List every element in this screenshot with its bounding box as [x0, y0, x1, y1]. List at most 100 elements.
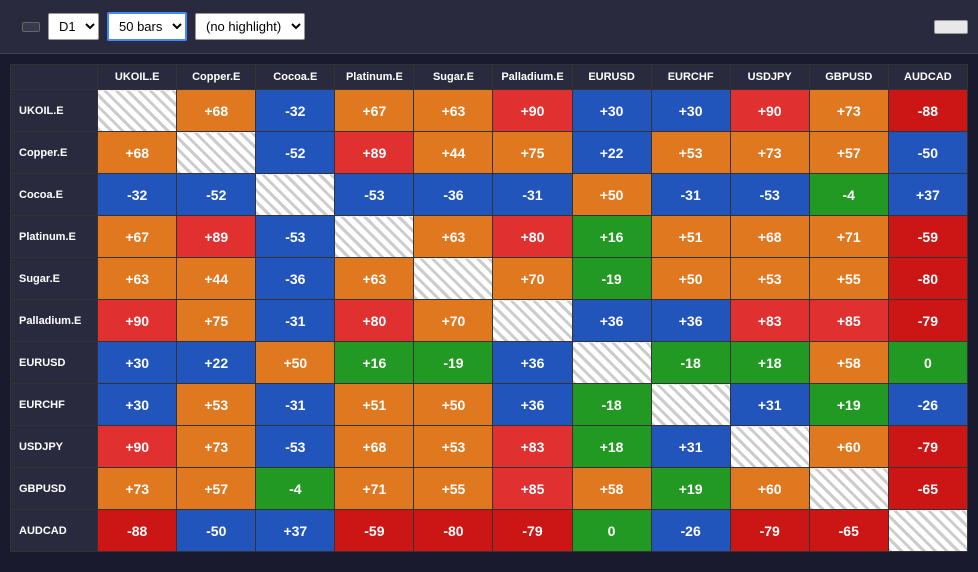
cell-9-4[interactable]: +55 — [414, 468, 493, 510]
cell-8-3[interactable]: +68 — [335, 426, 414, 468]
cell-7-9[interactable]: +19 — [809, 384, 888, 426]
cell-6-4[interactable]: -19 — [414, 342, 493, 384]
highlight-select[interactable]: (no highlight) — [195, 13, 305, 40]
bars-select[interactable]: 50 bars — [107, 12, 187, 41]
cell-9-10[interactable]: -65 — [888, 468, 967, 510]
cell-8-1[interactable]: +73 — [177, 426, 256, 468]
cell-10-10[interactable] — [888, 510, 967, 552]
cell-7-6[interactable]: -18 — [572, 384, 651, 426]
cell-1-2[interactable]: -52 — [256, 132, 335, 174]
cell-10-1[interactable]: -50 — [177, 510, 256, 552]
cell-3-1[interactable]: +89 — [177, 216, 256, 258]
cell-2-5[interactable]: -31 — [493, 174, 572, 216]
timeframe-select[interactable]: D1 — [48, 13, 99, 40]
cell-3-10[interactable]: -59 — [888, 216, 967, 258]
cell-5-6[interactable]: +36 — [572, 300, 651, 342]
cell-6-8[interactable]: +18 — [730, 342, 809, 384]
cell-6-1[interactable]: +22 — [177, 342, 256, 384]
cell-9-7[interactable]: +19 — [651, 468, 730, 510]
cell-7-1[interactable]: +53 — [177, 384, 256, 426]
cell-10-4[interactable]: -80 — [414, 510, 493, 552]
cell-0-10[interactable]: -88 — [888, 90, 967, 132]
cell-10-7[interactable]: -26 — [651, 510, 730, 552]
cell-4-4[interactable] — [414, 258, 493, 300]
cell-8-4[interactable]: +53 — [414, 426, 493, 468]
cell-7-2[interactable]: -31 — [256, 384, 335, 426]
cell-9-3[interactable]: +71 — [335, 468, 414, 510]
cell-2-4[interactable]: -36 — [414, 174, 493, 216]
cell-1-8[interactable]: +73 — [730, 132, 809, 174]
cell-6-3[interactable]: +16 — [335, 342, 414, 384]
cell-5-4[interactable]: +70 — [414, 300, 493, 342]
cell-9-1[interactable]: +57 — [177, 468, 256, 510]
cell-4-2[interactable]: -36 — [256, 258, 335, 300]
cell-5-3[interactable]: +80 — [335, 300, 414, 342]
cell-4-1[interactable]: +44 — [177, 258, 256, 300]
cell-1-10[interactable]: -50 — [888, 132, 967, 174]
cell-0-0[interactable] — [98, 90, 177, 132]
cell-1-4[interactable]: +44 — [414, 132, 493, 174]
cell-2-9[interactable]: -4 — [809, 174, 888, 216]
cell-0-8[interactable]: +90 — [730, 90, 809, 132]
cell-9-2[interactable]: -4 — [256, 468, 335, 510]
cell-8-6[interactable]: +18 — [572, 426, 651, 468]
cell-10-3[interactable]: -59 — [335, 510, 414, 552]
cell-2-3[interactable]: -53 — [335, 174, 414, 216]
cell-10-8[interactable]: -79 — [730, 510, 809, 552]
cell-7-8[interactable]: +31 — [730, 384, 809, 426]
cell-3-2[interactable]: -53 — [256, 216, 335, 258]
cell-6-9[interactable]: +58 — [809, 342, 888, 384]
cell-0-2[interactable]: -32 — [256, 90, 335, 132]
cell-5-7[interactable]: +36 — [651, 300, 730, 342]
cell-5-0[interactable]: +90 — [98, 300, 177, 342]
cell-2-8[interactable]: -53 — [730, 174, 809, 216]
cell-3-3[interactable] — [335, 216, 414, 258]
cell-5-1[interactable]: +75 — [177, 300, 256, 342]
cell-2-10[interactable]: +37 — [888, 174, 967, 216]
cell-4-7[interactable]: +50 — [651, 258, 730, 300]
cell-0-6[interactable]: +30 — [572, 90, 651, 132]
cell-10-5[interactable]: -79 — [493, 510, 572, 552]
cell-6-7[interactable]: -18 — [651, 342, 730, 384]
cell-5-10[interactable]: -79 — [888, 300, 967, 342]
cell-7-5[interactable]: +36 — [493, 384, 572, 426]
cell-0-4[interactable]: +63 — [414, 90, 493, 132]
cell-3-5[interactable]: +80 — [493, 216, 572, 258]
cell-7-7[interactable] — [651, 384, 730, 426]
cell-0-9[interactable]: +73 — [809, 90, 888, 132]
trade-list-button[interactable] — [934, 20, 968, 34]
cell-9-8[interactable]: +60 — [730, 468, 809, 510]
cell-7-3[interactable]: +51 — [335, 384, 414, 426]
cell-8-7[interactable]: +31 — [651, 426, 730, 468]
cell-4-8[interactable]: +53 — [730, 258, 809, 300]
cell-1-3[interactable]: +89 — [335, 132, 414, 174]
cell-1-7[interactable]: +53 — [651, 132, 730, 174]
cell-10-9[interactable]: -65 — [809, 510, 888, 552]
cell-3-8[interactable]: +68 — [730, 216, 809, 258]
cell-4-9[interactable]: +55 — [809, 258, 888, 300]
cell-1-9[interactable]: +57 — [809, 132, 888, 174]
cell-10-2[interactable]: +37 — [256, 510, 335, 552]
cell-8-10[interactable]: -79 — [888, 426, 967, 468]
cell-6-6[interactable] — [572, 342, 651, 384]
cell-8-2[interactable]: -53 — [256, 426, 335, 468]
cell-8-8[interactable] — [730, 426, 809, 468]
cell-5-2[interactable]: -31 — [256, 300, 335, 342]
cell-2-0[interactable]: -32 — [98, 174, 177, 216]
cell-8-9[interactable]: +60 — [809, 426, 888, 468]
cell-3-4[interactable]: +63 — [414, 216, 493, 258]
cell-2-7[interactable]: -31 — [651, 174, 730, 216]
cell-4-3[interactable]: +63 — [335, 258, 414, 300]
cell-9-9[interactable] — [809, 468, 888, 510]
cell-5-5[interactable] — [493, 300, 572, 342]
cell-2-1[interactable]: -52 — [177, 174, 256, 216]
cell-0-5[interactable]: +90 — [493, 90, 572, 132]
cell-9-6[interactable]: +58 — [572, 468, 651, 510]
cell-2-6[interactable]: +50 — [572, 174, 651, 216]
cell-6-0[interactable]: +30 — [98, 342, 177, 384]
cell-0-1[interactable]: +68 — [177, 90, 256, 132]
cell-4-0[interactable]: +63 — [98, 258, 177, 300]
cell-1-6[interactable]: +22 — [572, 132, 651, 174]
cell-5-8[interactable]: +83 — [730, 300, 809, 342]
cell-0-3[interactable]: +67 — [335, 90, 414, 132]
